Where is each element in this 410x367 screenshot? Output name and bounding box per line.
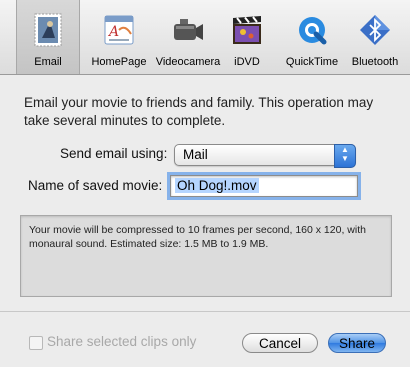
divider bbox=[0, 311, 410, 312]
tab-homepage-label: HomePage bbox=[91, 56, 147, 68]
svg-text:A: A bbox=[107, 24, 119, 40]
share-clips-checkbox[interactable] bbox=[29, 336, 43, 350]
send-email-value: Mail bbox=[183, 147, 208, 162]
popup-arrows-icon: ▲ ▼ bbox=[334, 144, 356, 168]
tab-videocamera-label: Videocamera bbox=[155, 56, 221, 68]
quicktime-icon bbox=[299, 17, 327, 45]
pane-description: Email your movie to friends and family. … bbox=[24, 95, 374, 128]
compression-info: Your movie will be compressed to 10 fram… bbox=[29, 224, 366, 250]
share-clips-label: Share selected clips only bbox=[47, 334, 197, 349]
email-stamp-icon bbox=[34, 13, 62, 47]
movie-name-value: Oh Dog!.mov bbox=[175, 178, 259, 193]
tab-idvd[interactable]: iDVD bbox=[224, 0, 270, 74]
info-box: Your movie will be compressed to 10 fram… bbox=[20, 215, 392, 297]
toolbar: Email A HomePage Videocamera iDVD QuickT… bbox=[0, 0, 410, 75]
movie-name-label: Name of saved movie: bbox=[28, 178, 163, 193]
tab-email-label: Email bbox=[34, 56, 62, 68]
tab-email[interactable]: Email bbox=[16, 0, 80, 74]
idvd-clapboard-icon bbox=[233, 16, 261, 44]
tab-idvd-label: iDVD bbox=[234, 56, 260, 68]
tab-videocamera[interactable]: Videocamera bbox=[152, 0, 224, 74]
tab-quicktime[interactable]: QuickTime bbox=[280, 0, 344, 74]
send-email-popup[interactable]: Mail ▲ ▼ bbox=[174, 144, 356, 168]
tab-bluetooth[interactable]: Bluetooth bbox=[344, 0, 406, 74]
tab-quicktime-label: QuickTime bbox=[285, 56, 339, 68]
tab-bluetooth-label: Bluetooth bbox=[351, 56, 399, 68]
cancel-button[interactable]: Cancel bbox=[242, 333, 318, 353]
bluetooth-icon bbox=[360, 15, 390, 45]
share-button[interactable]: Share bbox=[328, 333, 386, 353]
tab-homepage[interactable]: A HomePage bbox=[86, 0, 152, 74]
send-email-label: Send email using: bbox=[60, 146, 168, 161]
movie-name-field[interactable]: Oh Dog!.mov bbox=[170, 175, 358, 197]
videocamera-icon bbox=[174, 19, 203, 40]
homepage-icon: A bbox=[104, 15, 134, 45]
